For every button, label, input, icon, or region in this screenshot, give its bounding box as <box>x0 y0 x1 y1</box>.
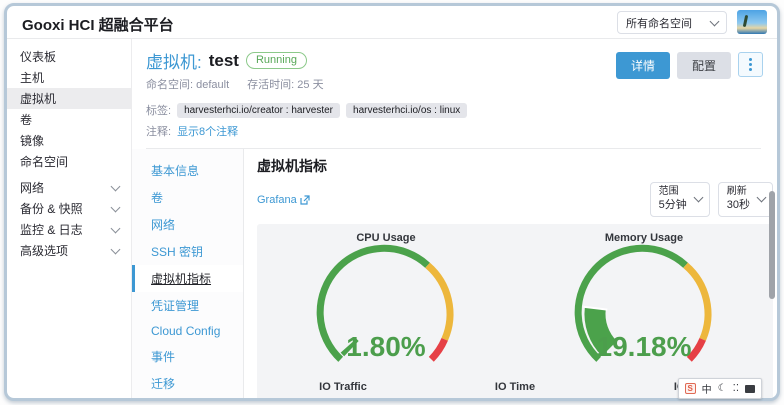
memory-usage-gauge-svg: 19.18% <box>529 244 759 379</box>
sidebar-item-images[interactable]: 镜像 <box>7 130 131 151</box>
io-traffic-chart-svg: 5 kB/s4 kB/s3 kB/s <box>257 393 429 398</box>
svg-text:1.80%: 1.80% <box>346 331 425 362</box>
metrics-panel: CPU Usage 1.80% Memory Usage 19.18% IO T… <box>257 224 773 398</box>
labels-label: 标签: <box>146 102 171 118</box>
tab-credentials[interactable]: 凭证管理 <box>132 292 243 319</box>
range-select[interactable]: 范围 5分钟 <box>650 182 710 217</box>
io-time-chart: IO Time 2 ms1.50 ms1 ms <box>429 381 601 398</box>
tab-basic-info[interactable]: 基本信息 <box>132 157 243 184</box>
sidebar-item-advanced[interactable]: 高级选项 <box>7 240 131 261</box>
scrollbar-thumb[interactable] <box>769 191 775 299</box>
refresh-value: 30秒 <box>727 199 750 213</box>
annotations-label: 注释: <box>146 123 171 139</box>
app-header: Gooxi HCI 超融合平台 所有命名空间 <box>7 6 777 39</box>
sidebar-item-volumes[interactable]: 卷 <box>7 109 131 130</box>
status-badge: Running <box>246 52 307 69</box>
ime-lang-indicator[interactable]: 中 <box>702 381 712 396</box>
sidebar-item-namespaces[interactable]: 命名空间 <box>7 151 131 172</box>
tab-events[interactable]: 事件 <box>132 343 243 370</box>
avatar-image <box>743 15 748 27</box>
tab-ssh-keys[interactable]: SSH 密钥 <box>132 238 243 265</box>
tab-migration[interactable]: 迁移 <box>132 370 243 397</box>
more-actions-button[interactable] <box>738 52 763 77</box>
tab-vm-metrics[interactable]: 虚拟机指标 <box>132 265 243 292</box>
metrics-content: 虚拟机指标 Grafana 范围 <box>244 149 777 398</box>
tab-volumes[interactable]: 卷 <box>132 184 243 211</box>
config-button[interactable]: 配置 <box>677 52 731 79</box>
detail-tabs: 基本信息 卷 网络 SSH 密钥 虚拟机指标 凭证管理 Cloud Config… <box>132 149 244 398</box>
ime-more-icon[interactable]: ⁚⁚ <box>733 383 739 394</box>
main-content: 详情 配置 虚拟机: test Running 命名空间: default 存活… <box>132 39 777 398</box>
memory-usage-gauge: Memory Usage 19.18% <box>515 232 773 379</box>
app-window: Gooxi HCI 超融合平台 所有命名空间 仪表板 主机 虚拟机 卷 镜像 命… <box>4 3 780 401</box>
chevron-down-icon <box>111 181 121 191</box>
sidebar-item-networks[interactable]: 网络 <box>7 177 131 198</box>
chevron-down-icon <box>111 223 121 233</box>
range-label: 范围 <box>659 186 687 199</box>
sidebar-item-monitoring-logs[interactable]: 监控 & 日志 <box>7 219 131 240</box>
namespace-filter-select[interactable]: 所有命名空间 <box>617 11 727 34</box>
ime-keyboard-icon[interactable] <box>745 385 755 393</box>
show-annotations-link[interactable]: 显示8个注释 <box>177 123 238 139</box>
refresh-label: 刷新 <box>727 186 750 199</box>
user-avatar[interactable] <box>737 10 767 34</box>
namespace-meta: 命名空间: default <box>146 76 229 92</box>
svg-text:19.18%: 19.18% <box>597 331 692 362</box>
label-tag: harvesterhci.io/os : linux <box>346 103 467 118</box>
label-tag: harvesterhci.io/creator : harvester <box>177 103 340 118</box>
refresh-select[interactable]: 刷新 30秒 <box>718 182 773 217</box>
resource-kind-link[interactable]: 虚拟机: <box>146 48 202 73</box>
ime-toolbar[interactable]: S 中 ☾ ⁚⁚ <box>678 378 762 399</box>
cpu-usage-gauge: CPU Usage 1.80% <box>257 232 515 379</box>
metrics-title: 虚拟机指标 <box>257 156 773 176</box>
chevron-down-icon <box>693 193 703 203</box>
sidebar-item-virtual-machines[interactable]: 虚拟机 <box>7 88 131 109</box>
sidebar-item-hosts[interactable]: 主机 <box>7 67 131 88</box>
chevron-down-icon <box>710 16 720 26</box>
io-time-chart-svg: 2 ms1.50 ms1 ms <box>429 393 601 398</box>
sidebar: 仪表板 主机 虚拟机 卷 镜像 命名空间 网络 备份 & 快照 监控 & 日志 … <box>7 39 132 398</box>
ime-sogou-icon[interactable]: S <box>685 383 696 394</box>
chevron-down-icon <box>111 202 121 212</box>
tab-cloud-config[interactable]: Cloud Config <box>132 319 243 343</box>
details-button[interactable]: 详情 <box>616 52 670 79</box>
chevron-down-icon <box>111 244 121 254</box>
cpu-usage-gauge-svg: 1.80% <box>271 244 501 379</box>
chevron-down-icon <box>757 193 767 203</box>
sidebar-item-backup-snapshot[interactable]: 备份 & 快照 <box>7 198 131 219</box>
app-title: Gooxi HCI 超融合平台 <box>22 14 174 35</box>
range-value: 5分钟 <box>659 199 687 213</box>
resource-actions: 详情 配置 <box>616 52 763 79</box>
age-meta: 存活时间: 25 天 <box>247 76 323 92</box>
resource-name: test <box>209 51 239 71</box>
sidebar-item-dashboard[interactable]: 仪表板 <box>7 46 131 67</box>
namespace-filter-value: 所有命名空间 <box>626 15 692 31</box>
ime-moon-icon[interactable]: ☾ <box>718 383 727 394</box>
grafana-link[interactable]: Grafana <box>257 194 310 206</box>
tab-networks[interactable]: 网络 <box>132 211 243 238</box>
io-traffic-chart: IO Traffic 5 kB/s4 kB/s3 kB/s <box>257 381 429 398</box>
external-link-icon <box>300 195 310 205</box>
